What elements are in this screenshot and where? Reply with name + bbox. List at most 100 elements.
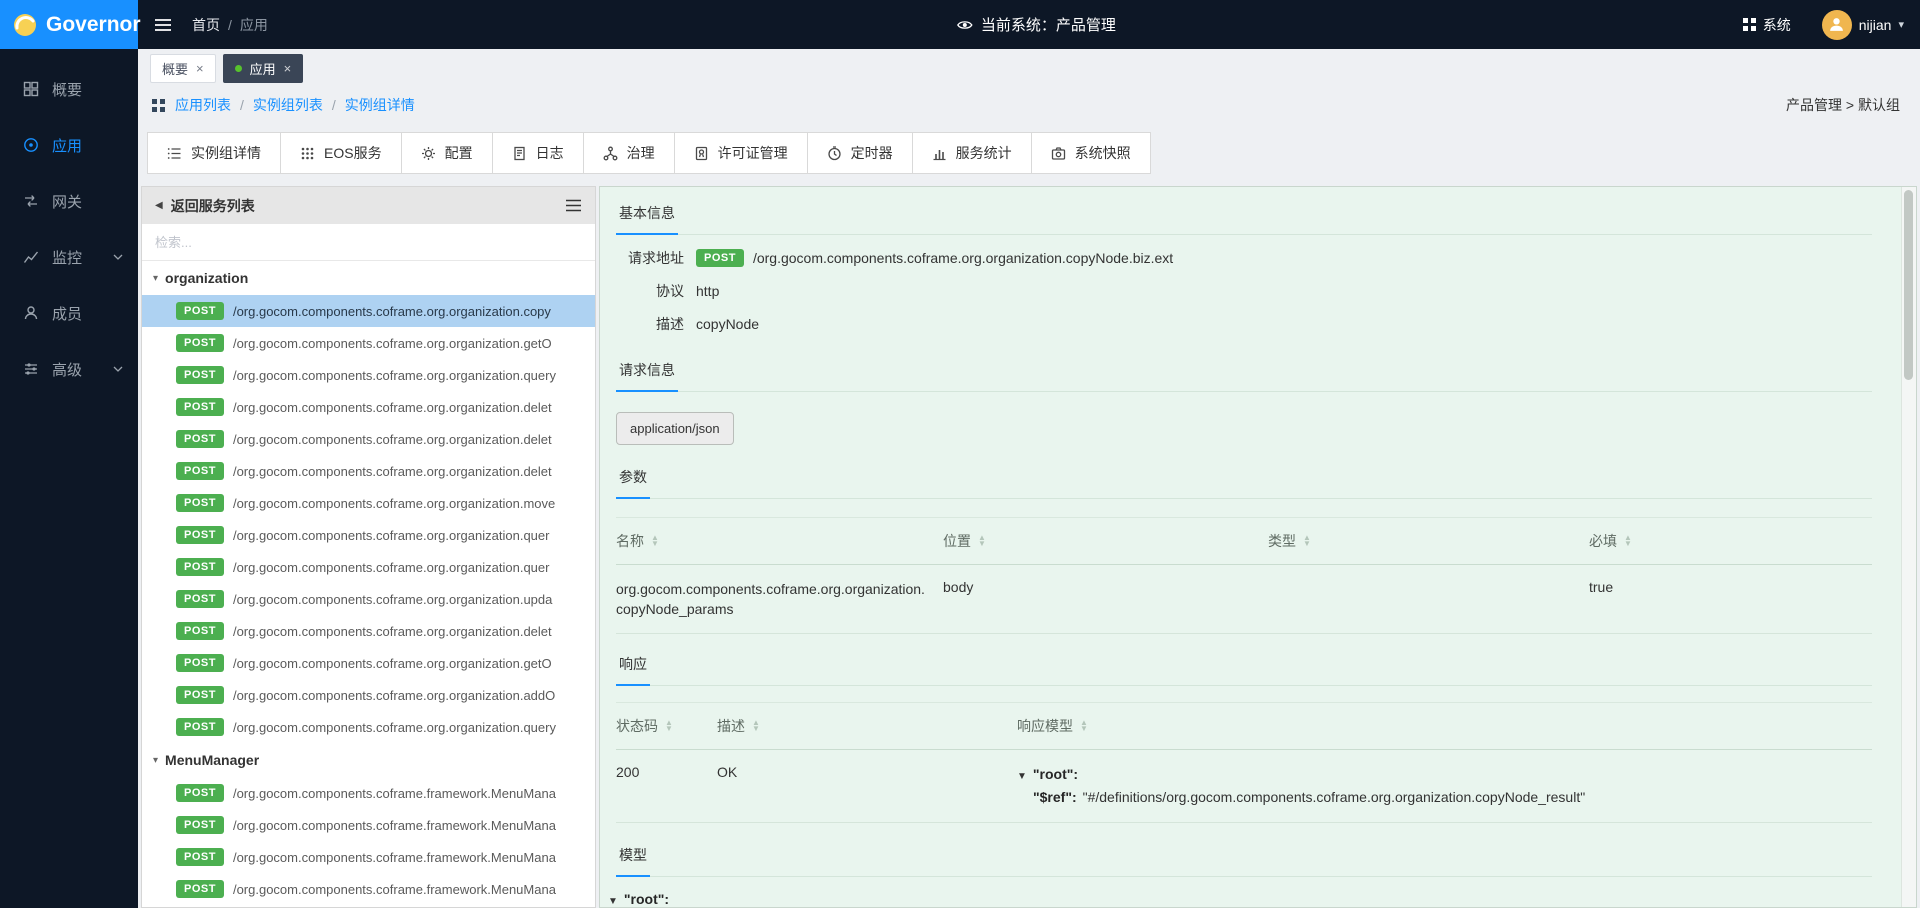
context-path: 产品管理 > 默认组: [1786, 95, 1900, 115]
logo-icon: [12, 12, 38, 38]
service-list-item[interactable]: POST /org.gocom.components.coframe.org.o…: [142, 711, 595, 743]
page-tab-overview[interactable]: 概要 ×: [150, 54, 216, 83]
service-list-item[interactable]: POST /org.gocom.components.coframe.frame…: [142, 841, 595, 873]
column-header-label: 必填: [1589, 531, 1617, 551]
request-url-value: /org.gocom.components.coframe.org.organi…: [753, 250, 1173, 266]
method-badge: POST: [176, 398, 224, 416]
sort-icon[interactable]: ▲▼: [1624, 535, 1632, 547]
snapshot-button[interactable]: 系统快照: [1031, 132, 1151, 174]
service-path: /org.gocom.components.coframe.org.organi…: [233, 528, 589, 543]
sidebar-item-overview[interactable]: 概要: [0, 61, 138, 117]
config-button[interactable]: 配置: [401, 132, 493, 174]
page-tab-apps[interactable]: 应用 ×: [223, 54, 304, 83]
logo-text: Governor: [46, 13, 141, 37]
sort-icon[interactable]: ▲▼: [1080, 720, 1088, 732]
overview-icon: [23, 81, 39, 97]
service-list-item[interactable]: POST /org.gocom.components.coframe.org.o…: [142, 487, 595, 519]
timer-button[interactable]: 定时器: [807, 132, 913, 174]
sidebar-item-label: 应用: [52, 135, 82, 156]
sidebar-item-advanced[interactable]: 高级: [0, 341, 138, 397]
close-icon[interactable]: ×: [284, 61, 292, 76]
close-icon[interactable]: ×: [196, 61, 204, 76]
instance-detail-button[interactable]: 实例组详情: [147, 132, 281, 174]
sort-icon[interactable]: ▲▼: [1303, 535, 1311, 547]
service-list-item[interactable]: POST /org.gocom.components.coframe.org.o…: [142, 679, 595, 711]
current-system-text: 当前系统：产品管理: [981, 14, 1116, 35]
scrollbar[interactable]: [1901, 187, 1916, 907]
scrollbar-thumb[interactable]: [1904, 190, 1913, 380]
service-list-item[interactable]: POST /org.gocom.components.coframe.org.o…: [142, 391, 595, 423]
column-header[interactable]: 响应模型 ▲▼: [1017, 716, 1872, 736]
method-badge: POST: [176, 558, 224, 576]
column-header[interactable]: 描述 ▲▼: [717, 716, 1017, 736]
tree-caret-icon[interactable]: ▼: [1017, 766, 1027, 787]
breadcrumb-link[interactable]: 实例组详情: [345, 97, 415, 113]
service-list-item[interactable]: POST /org.gocom.components.coframe.org.o…: [142, 359, 595, 391]
monitor-icon: [23, 249, 39, 265]
service-group-menumanager[interactable]: ▾ MenuManager: [142, 743, 595, 777]
section-title: 请求信息: [616, 360, 678, 392]
description-row: 描述 copyNode: [616, 314, 1872, 334]
sidebar-item-gateway[interactable]: 网关: [0, 173, 138, 229]
logs-button[interactable]: 日志: [492, 132, 584, 174]
sort-icon[interactable]: ▲▼: [978, 535, 986, 547]
service-list-item[interactable]: POST /org.gocom.components.coframe.org.o…: [142, 519, 595, 551]
breadcrumb-link[interactable]: 实例组列表: [253, 97, 323, 113]
eye-icon: [957, 19, 973, 31]
service-list-item[interactable]: POST /org.gocom.components.coframe.frame…: [142, 873, 595, 905]
column-header[interactable]: 名称 ▲▼: [616, 531, 943, 551]
service-list-item[interactable]: POST /org.gocom.components.coframe.org.o…: [142, 455, 595, 487]
sidebar-item-monitor[interactable]: 监控: [0, 229, 138, 285]
search-input[interactable]: [142, 224, 595, 261]
service-list-item[interactable]: POST /org.gocom.components.coframe.org.o…: [142, 295, 595, 327]
eos-services-button[interactable]: EOS服务: [280, 132, 402, 174]
governance-button[interactable]: 治理: [583, 132, 675, 174]
service-path: /org.gocom.components.coframe.org.organi…: [233, 592, 589, 607]
service-list-item[interactable]: POST /org.gocom.components.coframe.org.o…: [142, 583, 595, 615]
method-badge: POST: [176, 880, 224, 898]
back-to-services-button[interactable]: 返回服务列表: [171, 196, 255, 216]
content-type-chip[interactable]: application/json: [616, 412, 734, 445]
breadcrumb-link[interactable]: 应用列表: [175, 97, 231, 113]
section-model: 模型: [616, 845, 1872, 877]
sidebar-item-apps[interactable]: 应用: [0, 117, 138, 173]
field-label: 描述: [616, 314, 684, 334]
breadcrumb-separator: /: [332, 97, 336, 113]
column-header[interactable]: 状态码 ▲▼: [616, 716, 717, 736]
button-label: 配置: [445, 143, 473, 163]
service-list-item[interactable]: POST /org.gocom.components.coframe.org.o…: [142, 615, 595, 647]
breadcrumb-item: 应用列表/: [175, 95, 253, 115]
service-stats-button[interactable]: 服务统计: [912, 132, 1032, 174]
sort-icon[interactable]: ▲▼: [665, 720, 673, 732]
license-button[interactable]: 许可证管理: [674, 132, 808, 174]
service-list-item[interactable]: POST /org.gocom.components.coframe.org.o…: [142, 327, 595, 359]
sort-icon[interactable]: ▲▼: [651, 535, 659, 547]
service-group-organization[interactable]: ▾ organization: [142, 261, 595, 295]
sidebar-item-label: 成员: [52, 303, 82, 324]
service-list-item[interactable]: POST /org.gocom.components.coframe.org.o…: [142, 647, 595, 679]
service-list-item[interactable]: POST /org.gocom.components.coframe.org.o…: [142, 551, 595, 583]
service-list-item[interactable]: POST /org.gocom.components.coframe.org.o…: [142, 423, 595, 455]
log-icon: [512, 146, 527, 161]
service-tree: ▾ organization POST /org.gocom.component…: [142, 261, 595, 907]
model-tree: ▼ "root": ▼ "org.gocom.components.cofram…: [608, 889, 1872, 908]
sidebar-item-members[interactable]: 成员: [0, 285, 138, 341]
governance-icon: [603, 146, 618, 161]
column-header[interactable]: 位置 ▲▼: [943, 531, 1268, 551]
top-breadcrumb-home[interactable]: 首页: [192, 15, 220, 35]
hamburger-menu-icon[interactable]: [154, 18, 172, 32]
user-menu[interactable]: nijian ▾: [1822, 10, 1904, 40]
service-list-item[interactable]: POST /org.gocom.components.coframe.frame…: [142, 809, 595, 841]
service-list-item[interactable]: POST /org.gocom.components.coframe.frame…: [142, 777, 595, 809]
service-list-item[interactable]: POST /org.gocom.components.coframe.frame…: [142, 905, 595, 907]
section-basic-info: 基本信息: [616, 203, 1872, 235]
column-header[interactable]: 类型 ▲▼: [1268, 531, 1589, 551]
tree-caret-icon[interactable]: ▼: [608, 891, 618, 908]
panel-menu-icon[interactable]: [565, 199, 582, 212]
topbar-right: 系统 nijian ▾: [1743, 10, 1920, 40]
system-button[interactable]: 系统: [1743, 15, 1791, 35]
section-response: 响应: [616, 654, 1872, 686]
sort-icon[interactable]: ▲▼: [752, 720, 760, 732]
column-header[interactable]: 必填 ▲▼: [1589, 531, 1872, 551]
service-path: /org.gocom.components.coframe.org.organi…: [233, 432, 589, 447]
